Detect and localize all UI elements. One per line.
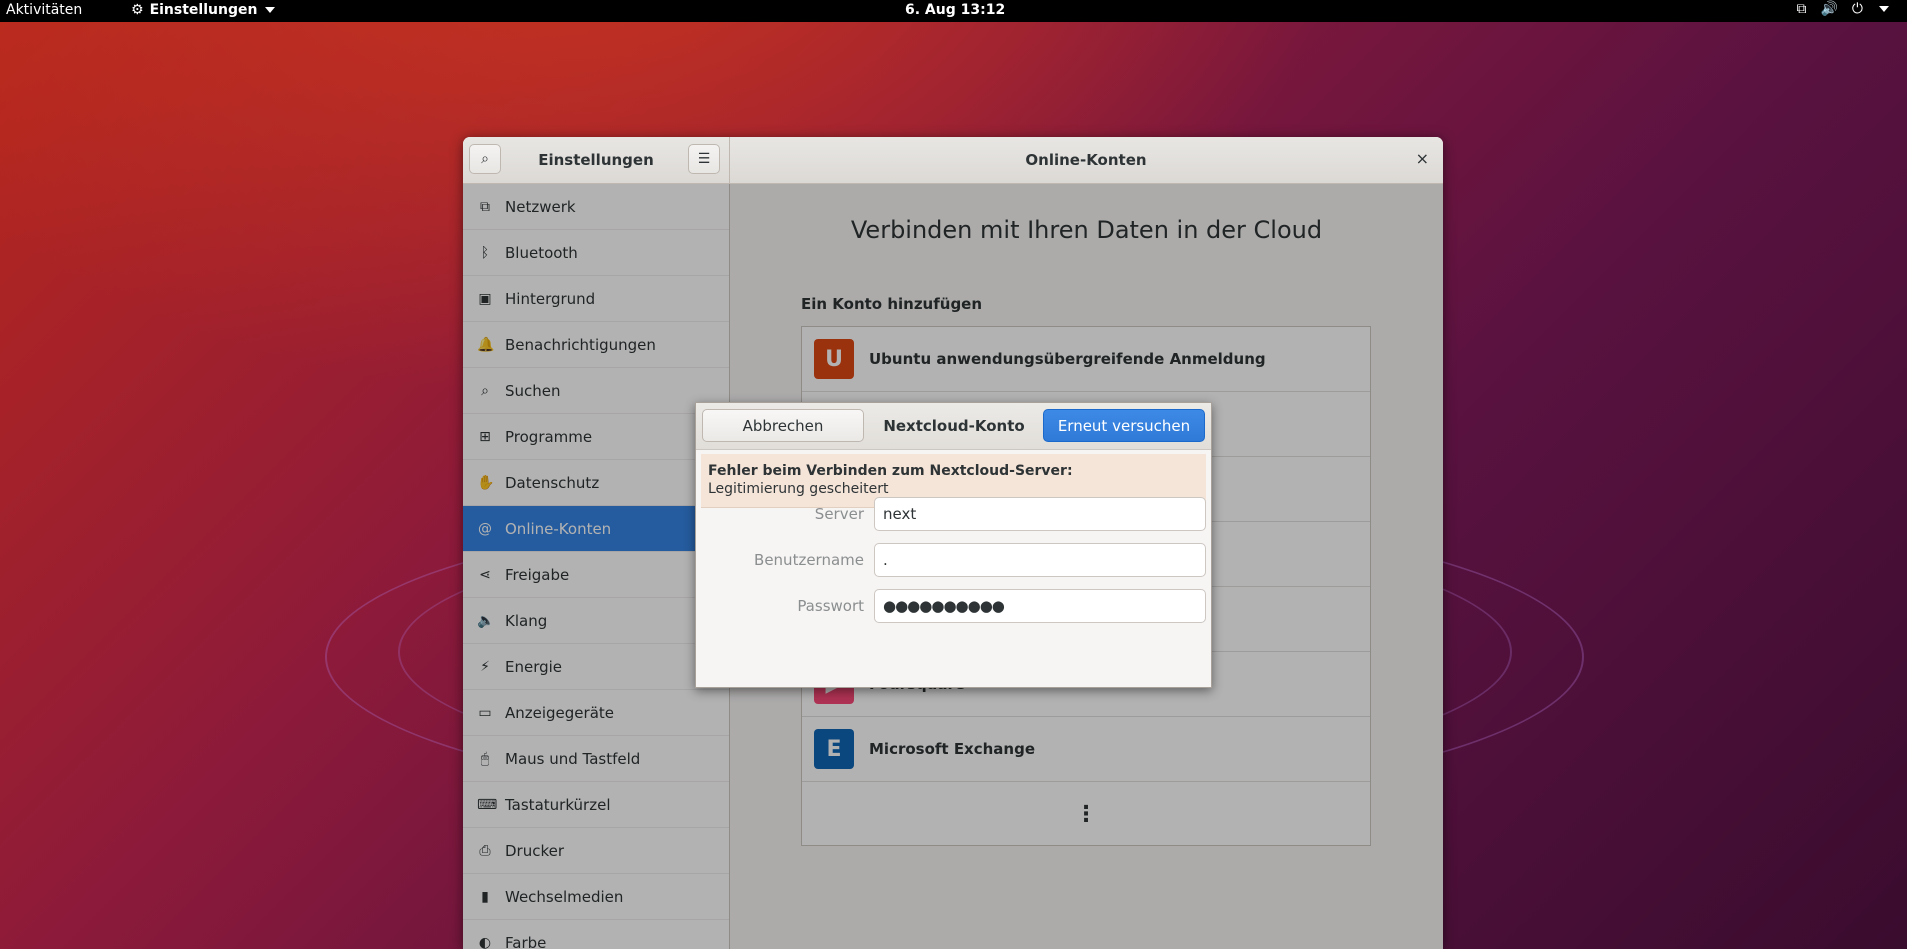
page-title: Online-Konten [1025, 151, 1147, 169]
error-title: Fehler beim Verbinden zum Nextcloud-Serv… [708, 463, 1073, 479]
sidebar-header: ⌕ Einstellungen ☰ [463, 137, 730, 183]
chevron-down-icon [1879, 6, 1889, 12]
server-label: Server [814, 505, 864, 523]
password-field[interactable]: ●●●●●●●●●● [874, 589, 1206, 623]
power-icon: ⏻ [1851, 1, 1863, 17]
app-menu-label: Einstellungen [149, 2, 258, 18]
username-label: Benutzername [754, 551, 864, 569]
dialog-header: Abbrechen Nextcloud-Konto Erneut versuch… [696, 403, 1211, 450]
dialog-title: Nextcloud-Konto [883, 417, 1025, 435]
nextcloud-dialog: Abbrechen Nextcloud-Konto Erneut versuch… [695, 402, 1212, 688]
password-row: Passwort ●●●●●●●●●● [696, 589, 1211, 623]
clock[interactable]: 6. Aug 13:12 [905, 2, 1005, 18]
username-row: Benutzername . [696, 543, 1211, 577]
volume-icon: 🔊 [1820, 1, 1838, 17]
password-label: Passwort [797, 597, 864, 615]
gear-icon: ⚙ [131, 2, 144, 18]
menu-button[interactable]: ☰ [688, 144, 720, 174]
cancel-button[interactable]: Abbrechen [702, 409, 864, 442]
header-bar: ⌕ Einstellungen ☰ Online-Konten × [463, 137, 1443, 184]
error-detail: Legitimierung gescheitert [708, 481, 889, 497]
chevron-down-icon [265, 7, 276, 13]
hamburger-icon: ☰ [697, 151, 711, 167]
system-menu[interactable]: ⧉ 🔊 ⏻ [1796, 1, 1889, 17]
server-row: Server next [696, 497, 1211, 531]
activities-button[interactable]: Aktivitäten [6, 2, 82, 18]
app-menu[interactable]: ⚙ Einstellungen [131, 2, 276, 18]
top-bar: Aktivitäten ⚙ Einstellungen 6. Aug 13:12… [0, 0, 1907, 22]
network-icon: ⧉ [1796, 1, 1807, 17]
retry-button[interactable]: Erneut versuchen [1043, 409, 1205, 442]
server-field[interactable]: next [874, 497, 1206, 531]
username-field[interactable]: . [874, 543, 1206, 577]
close-button[interactable]: × [1416, 149, 1429, 168]
